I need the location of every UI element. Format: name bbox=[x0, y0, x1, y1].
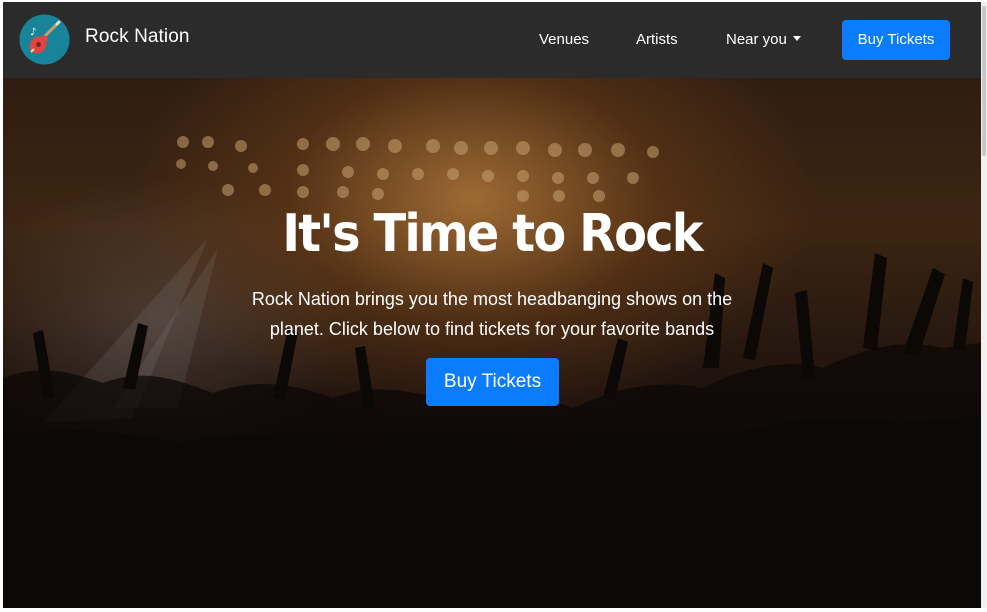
nav-dropdown-near-you[interactable]: Near you bbox=[726, 31, 801, 48]
svg-text:♪: ♪ bbox=[30, 27, 36, 38]
nav-link-artists[interactable]: Artists bbox=[636, 31, 678, 48]
hero-buy-tickets-button[interactable]: Buy Tickets bbox=[426, 358, 559, 406]
scrollbar-thumb[interactable] bbox=[982, 6, 986, 156]
hero-title: It's Time to Rock bbox=[282, 204, 703, 264]
hero-subtitle-line-1: Rock Nation brings you the most headbang… bbox=[251, 289, 733, 309]
vertical-scrollbar[interactable] bbox=[981, 2, 987, 608]
hero-section: It's Time to Rock Rock Nation brings you… bbox=[3, 78, 981, 608]
navbar: ♪ Rock Nation Venues Artists Near you Bu… bbox=[3, 2, 981, 78]
chevron-down-icon bbox=[792, 36, 801, 41]
nav-dropdown-label: Near you bbox=[726, 31, 787, 48]
nav-link-venues[interactable]: Venues bbox=[539, 31, 589, 48]
guitar-icon[interactable]: ♪ bbox=[19, 14, 70, 65]
hero-subtitle-line-2: planet. Click below to find tickets for … bbox=[269, 319, 715, 339]
browser-viewport: ♪ Rock Nation Venues Artists Near you Bu… bbox=[3, 2, 981, 608]
nav-buy-tickets-button[interactable]: Buy Tickets bbox=[842, 20, 950, 60]
brand-name[interactable]: Rock Nation bbox=[85, 26, 190, 48]
hero-subtitle: Rock Nation brings you the most headbang… bbox=[197, 284, 787, 344]
